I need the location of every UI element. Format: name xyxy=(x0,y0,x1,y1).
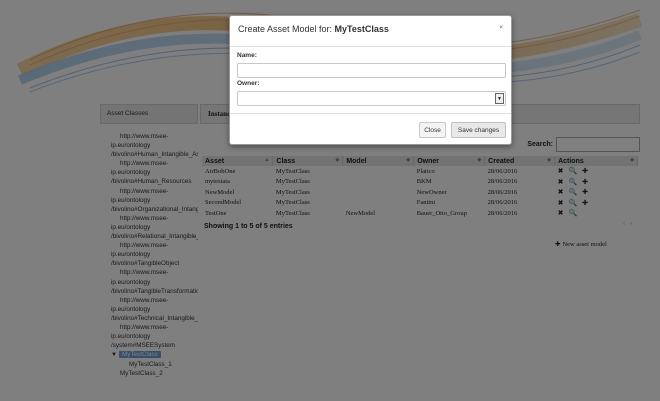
close-icon[interactable]: × xyxy=(499,25,503,31)
close-button[interactable]: Close xyxy=(419,122,446,138)
chevron-down-icon[interactable]: ▼ xyxy=(495,93,504,104)
dialog-title-class: MyTestClass xyxy=(334,24,389,34)
name-label: Name: xyxy=(237,52,257,59)
name-input[interactable] xyxy=(237,63,506,78)
create-asset-model-dialog: Create Asset Model for: MyTestClass × Na… xyxy=(229,15,512,145)
dialog-title: Create Asset Model for: MyTestClass xyxy=(238,24,503,34)
dialog-title-prefix: Create Asset Model for: xyxy=(238,24,335,34)
save-changes-button[interactable]: Save changes xyxy=(451,122,506,138)
owner-select[interactable]: ▼ xyxy=(237,91,506,106)
dialog-header: Create Asset Model for: MyTestClass × xyxy=(230,16,511,47)
owner-label: Owner: xyxy=(237,80,260,87)
dialog-footer: Close Save changes xyxy=(230,113,511,145)
app-root: Asset Classes http://www.msee-ip.eu/onto… xyxy=(0,0,660,401)
